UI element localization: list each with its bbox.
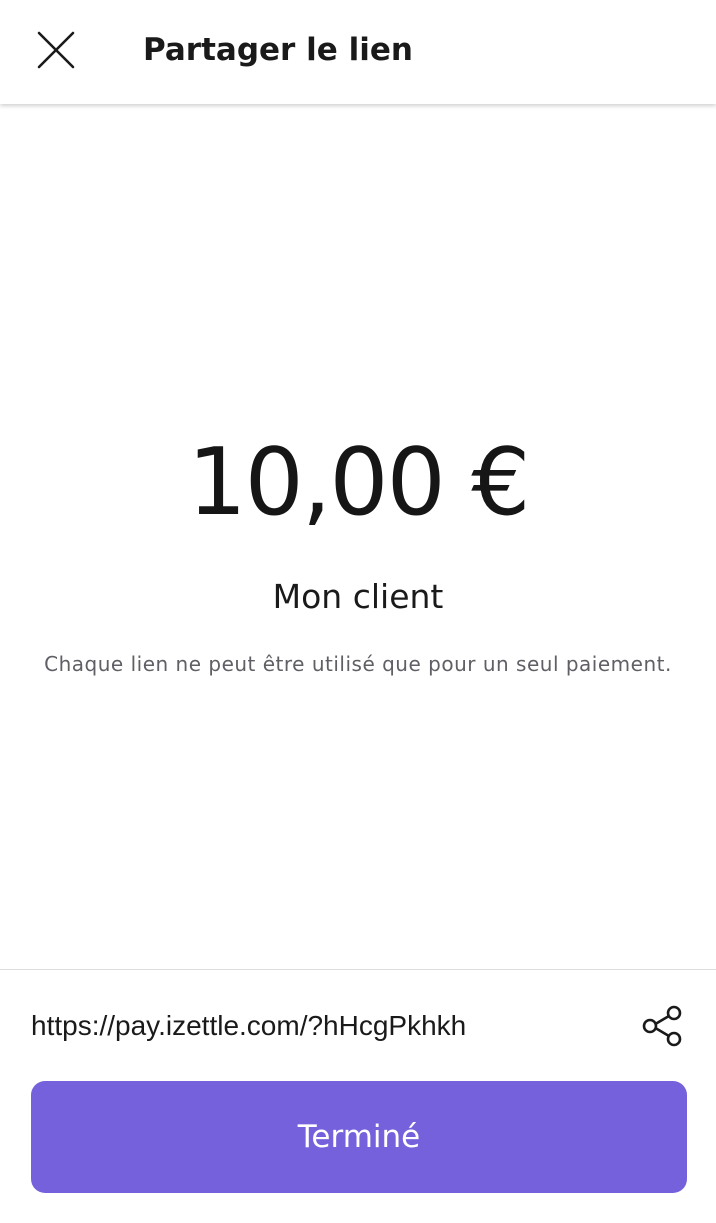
share-icon <box>642 1005 682 1047</box>
done-button[interactable]: Terminé <box>31 1081 687 1193</box>
page-title: Partager le lien <box>143 32 413 68</box>
payment-amount: 10,00 € <box>187 428 531 536</box>
payment-link-row: https://pay.izettle.com/?hHcgPkhkh <box>0 994 716 1058</box>
close-button[interactable] <box>24 18 88 82</box>
single-use-info-text: Chaque lien ne peut être utilisé que pou… <box>44 652 672 676</box>
footer-divider <box>0 969 716 970</box>
share-button[interactable] <box>633 1000 693 1052</box>
payment-link-url[interactable]: https://pay.izettle.com/?hHcgPkhkh <box>31 1006 466 1046</box>
close-icon <box>37 31 75 69</box>
customer-name: Mon client <box>272 577 444 616</box>
app-header: Partager le lien <box>0 0 716 104</box>
